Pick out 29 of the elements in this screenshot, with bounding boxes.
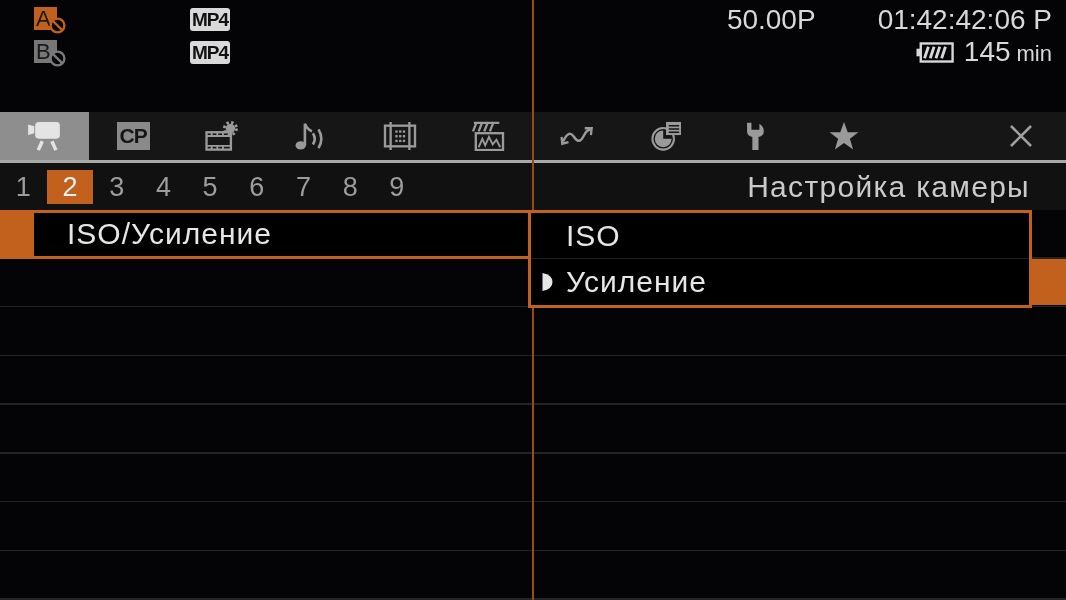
page-tab[interactable]: 7 <box>280 169 327 204</box>
movie-camera-icon <box>27 121 62 151</box>
remaining-time: 145 <box>963 36 1011 68</box>
time-unit: min <box>1016 41 1052 67</box>
submenu-item[interactable]: Усиление <box>566 259 1066 305</box>
timecode: 01:42:42:06 P <box>877 4 1052 36</box>
format-badge: MP4 <box>190 7 231 31</box>
page-tab[interactable]: 3 <box>93 169 141 204</box>
battery-icon <box>915 41 954 63</box>
waveform-monitor-icon <box>471 121 506 151</box>
prohibited-icon <box>49 50 66 67</box>
page-tab[interactable]: 2 <box>46 169 94 204</box>
page-tab[interactable]: 1 <box>0 169 47 204</box>
page-tab[interactable]: 9 <box>373 169 421 204</box>
frame-rate: 50.00P <box>726 4 816 36</box>
prohibited-icon <box>49 17 66 34</box>
menu-tab[interactable]: CP <box>88 112 178 160</box>
page-tab[interactable]: 8 <box>326 169 374 204</box>
film-gear-icon <box>205 121 239 151</box>
page-title: Настройка камеры <box>747 169 1031 204</box>
page-tab[interactable]: 4 <box>140 169 187 204</box>
submenu-item[interactable]: ISO <box>566 213 1029 259</box>
film-frame-icon <box>382 121 417 151</box>
format-badge: MP4 <box>190 40 231 64</box>
page-tab[interactable]: 6 <box>233 169 281 204</box>
menu-item[interactable]: ISO/Усиление <box>0 210 528 259</box>
disc-list-icon <box>648 121 683 151</box>
page-tab[interactable]: 5 <box>186 169 234 204</box>
close-icon <box>1009 124 1033 148</box>
